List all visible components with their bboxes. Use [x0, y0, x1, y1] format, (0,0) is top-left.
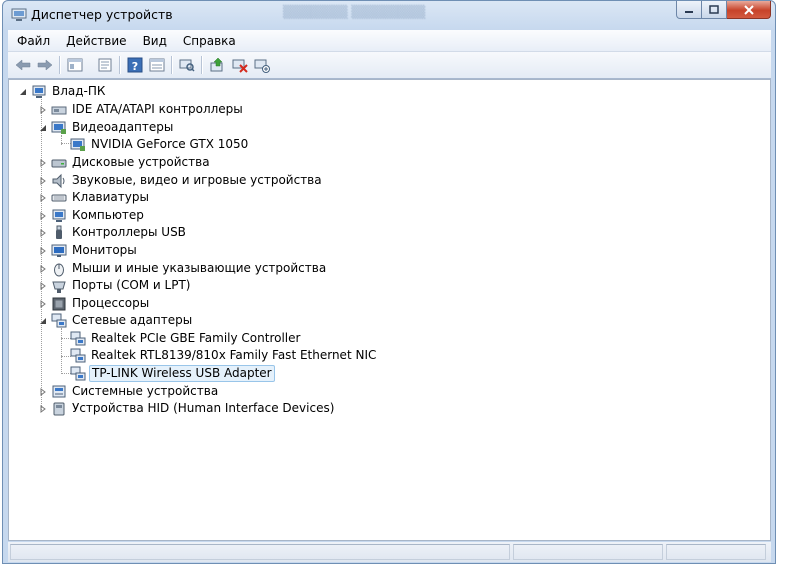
collapse-triangle-icon[interactable] — [17, 83, 29, 100]
expand-triangle-icon[interactable] — [37, 189, 49, 206]
collapse-triangle-icon[interactable] — [37, 312, 49, 329]
background-ghost-text: ▒▒▒▒▒▒▒ ▒▒▒▒▒▒▒▒ — [283, 5, 426, 19]
status-cell-secondary — [513, 544, 663, 560]
device-tree-pane[interactable]: Влад-ПК IDE ATA/ATAPI контроллеры Видеоа… — [8, 79, 771, 541]
tree-category[interactable]: Видеоадаптеры — [37, 119, 175, 136]
maximize-button[interactable] — [702, 1, 727, 19]
caption-buttons — [676, 1, 771, 19]
title-bar[interactable]: Диспетчер устройств ▒▒▒▒▒▒▒ ▒▒▒▒▒▒▒▒ — [3, 1, 775, 29]
update-driver-icon[interactable] — [208, 56, 226, 74]
root-label: Влад-ПК — [52, 84, 106, 98]
system-device-icon — [51, 384, 67, 400]
status-cell-tertiary — [666, 544, 766, 560]
restore-icon — [709, 5, 719, 14]
expand-triangle-icon[interactable] — [37, 295, 49, 312]
monitor-icon — [51, 243, 67, 259]
network-adapter-icon — [70, 348, 86, 364]
menu-file[interactable]: Файл — [8, 31, 57, 51]
network-adapter-icon — [70, 331, 86, 347]
computer-icon — [31, 84, 47, 100]
expand-triangle-icon[interactable] — [37, 383, 49, 400]
disable-device-icon[interactable] — [231, 56, 249, 74]
view-icon[interactable] — [148, 56, 166, 74]
menu-action[interactable]: Действие — [57, 31, 133, 51]
processor-icon — [51, 296, 67, 312]
expand-triangle-icon[interactable] — [37, 242, 49, 259]
tree-category[interactable]: Звуковые, видео и игровые устройства — [37, 172, 324, 189]
expand-triangle-icon[interactable] — [37, 101, 49, 118]
svg-text:?: ? — [132, 60, 138, 73]
speaker-icon — [51, 173, 67, 189]
expand-triangle-icon[interactable] — [37, 277, 49, 294]
scan-hardware-icon[interactable] — [178, 56, 196, 74]
port-icon — [51, 278, 67, 294]
display-adapter-icon — [70, 137, 86, 153]
ide-controller-icon — [51, 102, 67, 118]
close-button[interactable] — [727, 1, 771, 19]
forward-icon[interactable] — [36, 56, 54, 74]
hid-icon — [51, 401, 67, 417]
menu-help[interactable]: Справка — [174, 31, 243, 51]
close-icon — [743, 4, 754, 15]
expand-triangle-icon[interactable] — [37, 172, 49, 189]
tree-device[interactable]: Realtek PCIe GBE Family Controller — [70, 330, 302, 347]
uninstall-device-icon[interactable] — [253, 56, 271, 74]
expand-triangle-icon[interactable] — [37, 207, 49, 224]
network-adapter-icon — [51, 313, 67, 329]
tree-category[interactable]: Порты (COM и LPT) — [37, 277, 192, 294]
tree-category[interactable]: Мониторы — [37, 242, 139, 259]
tree-category[interactable]: Мыши и иные указывающие устройства — [37, 260, 328, 277]
properties-icon[interactable] — [96, 56, 114, 74]
window-title: Диспетчер устройств — [31, 7, 173, 22]
collapse-triangle-icon[interactable] — [37, 119, 49, 136]
expand-triangle-icon[interactable] — [37, 154, 49, 171]
toolbar: ? — [8, 52, 771, 79]
tree-category[interactable]: Компьютер — [37, 207, 146, 224]
expand-triangle-icon[interactable] — [37, 224, 49, 241]
keyboard-icon — [51, 190, 67, 206]
tree-category[interactable]: IDE ATA/ATAPI контроллеры — [37, 101, 245, 118]
tree-category[interactable]: Сетевые адаптеры — [37, 312, 194, 329]
device-manager-icon — [11, 8, 27, 22]
tree-device[interactable]: Realtek RTL8139/810x Family Fast Etherne… — [70, 347, 378, 364]
expand-triangle-icon[interactable] — [37, 400, 49, 417]
tree-category[interactable]: Контроллеры USB — [37, 224, 188, 241]
mouse-icon — [51, 261, 67, 277]
tree-category[interactable]: Дисковые устройства — [37, 154, 212, 171]
tree-category[interactable]: Системные устройства — [37, 383, 220, 400]
back-icon[interactable] — [14, 56, 32, 74]
status-bar — [8, 542, 771, 562]
computer-icon — [51, 208, 67, 224]
display-adapter-icon — [51, 120, 67, 136]
minimize-icon — [685, 10, 693, 13]
tree-category[interactable]: Процессоры — [37, 295, 151, 312]
tree-device[interactable]: NVIDIA GeForce GTX 1050 — [70, 136, 250, 153]
help-icon[interactable]: ? — [126, 56, 144, 74]
tree-category[interactable]: Клавиатуры — [37, 189, 151, 206]
network-adapter-icon — [70, 366, 86, 382]
device-manager-window: Диспетчер устройств ▒▒▒▒▒▒▒ ▒▒▒▒▒▒▒▒ Фай… — [2, 0, 776, 564]
disk-drive-icon — [51, 155, 67, 171]
menu-view[interactable]: Вид — [134, 31, 174, 51]
usb-icon — [51, 225, 67, 241]
expand-triangle-icon[interactable] — [37, 260, 49, 277]
show-hide-tree-icon[interactable] — [66, 56, 84, 74]
tree-device-selected[interactable]: TP-LINK Wireless USB Adapter — [70, 365, 275, 382]
minimize-button[interactable] — [676, 1, 702, 19]
menu-bar: Файл Действие Вид Справка — [8, 30, 771, 52]
tree-category[interactable]: Устройства HID (Human Interface Devices) — [37, 400, 336, 417]
tree-root[interactable]: Влад-ПК — [17, 83, 107, 100]
status-cell-main — [10, 544, 510, 560]
